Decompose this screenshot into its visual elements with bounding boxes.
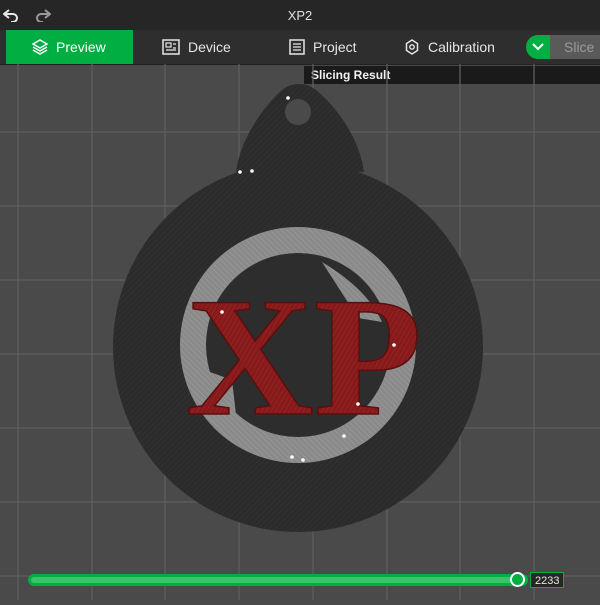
project-icon <box>289 39 305 55</box>
window-title: XP2 <box>287 8 313 23</box>
device-icon <box>162 39 180 55</box>
build-plate-view: XP <box>0 64 600 600</box>
xp-logo: XP <box>186 263 422 451</box>
keychain-tab <box>236 84 364 172</box>
layer-slider-handle[interactable] <box>510 572 525 587</box>
slice-control: Slice <box>526 35 600 59</box>
keychain-model[interactable]: XP <box>113 84 483 532</box>
layer-slider-track[interactable] <box>28 574 528 586</box>
tab-preview[interactable]: Preview <box>6 30 133 64</box>
tab-project[interactable]: Project <box>289 30 357 64</box>
tab-calibration-label: Calibration <box>428 39 495 55</box>
title-bar: XP2 <box>0 0 600 30</box>
tab-calibration[interactable]: Calibration <box>404 30 495 64</box>
chevron-down-icon <box>532 43 544 51</box>
slice-dropdown-button[interactable] <box>526 35 550 59</box>
tab-device[interactable]: Device <box>162 30 231 64</box>
layers-icon <box>32 39 48 55</box>
keyring-hole <box>285 99 311 125</box>
calibration-icon <box>405 39 419 55</box>
preview-viewport[interactable]: XP <box>0 64 600 600</box>
tab-preview-label: Preview <box>56 39 106 55</box>
slice-button[interactable]: Slice <box>550 35 600 59</box>
tab-device-label: Device <box>188 39 231 55</box>
tab-project-label: Project <box>313 39 357 55</box>
layer-number-label: 2233 <box>530 572 565 588</box>
tab-bar: Preview Device Project Calibration Slice <box>0 30 600 65</box>
